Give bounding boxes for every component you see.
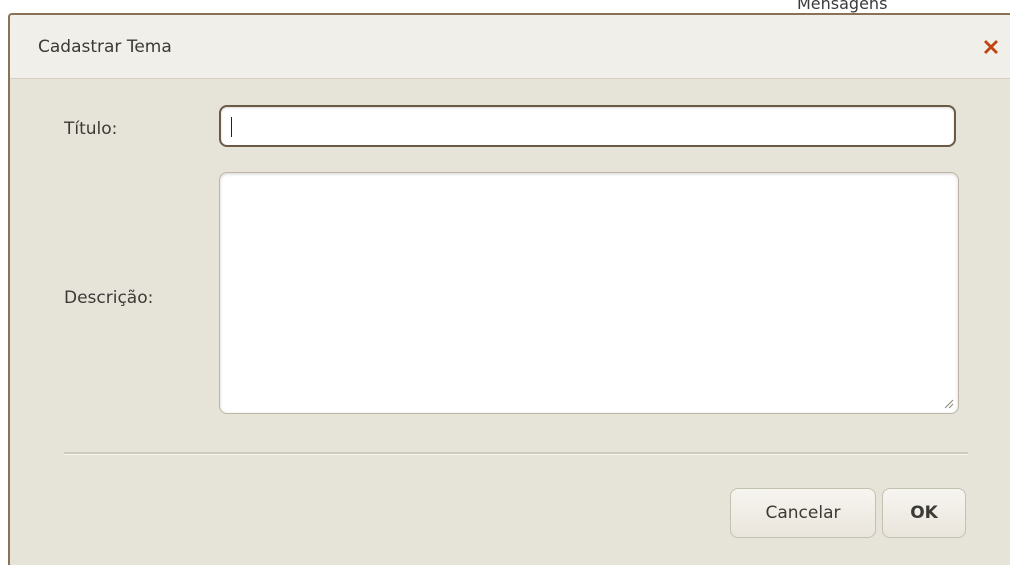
cadastrar-tema-dialog: Cadastrar Tema Título: Descrição: Cancel… (8, 13, 1010, 565)
form-divider (64, 452, 968, 455)
titulo-input[interactable] (219, 105, 956, 147)
ok-button[interactable]: OK (882, 488, 966, 538)
dialog-title: Cadastrar Tema (38, 37, 172, 57)
cancel-button[interactable]: Cancelar (730, 488, 876, 538)
close-icon[interactable] (979, 35, 1003, 59)
dialog-header: Cadastrar Tema (10, 15, 1010, 79)
titulo-label: Título: (64, 119, 118, 139)
background-menu-text: Mensagens (797, 0, 888, 13)
resize-handle-icon[interactable] (942, 397, 954, 409)
descricao-label: Descrição: (64, 288, 154, 308)
descricao-textarea[interactable] (219, 172, 959, 414)
text-cursor (231, 117, 232, 137)
